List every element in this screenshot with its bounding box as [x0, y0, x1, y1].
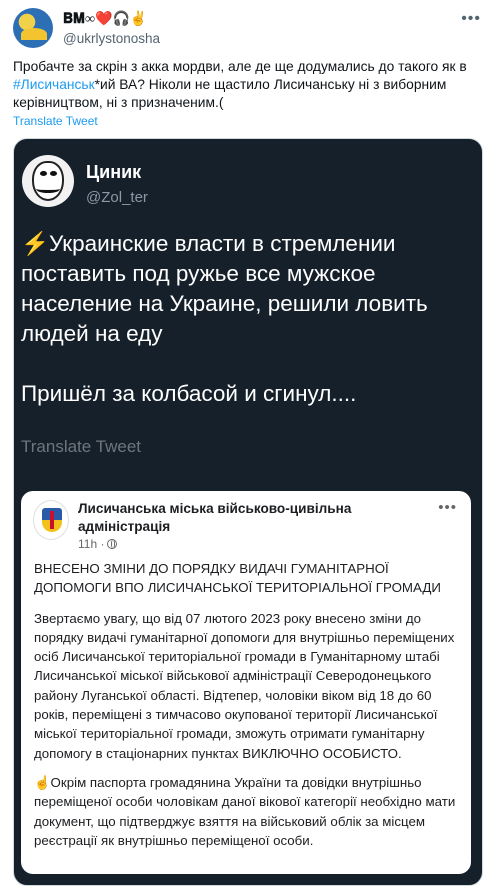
- grin-icon: [36, 185, 60, 193]
- quoted-user-avatar: [22, 155, 74, 207]
- tweet-text: Пробачте за скрін з акка мордви, але де …: [13, 58, 481, 112]
- tweet-text-part: Пробачте за скрін з акка мордви, але де …: [13, 59, 467, 74]
- fb-post-body: ВНЕСЕНО ЗМІНИ ДО ПОРЯДКУ ВИДАЧІ ГУМАНІТА…: [34, 559, 464, 860]
- quoted-user-handle: @Zol_ter: [86, 189, 148, 206]
- user-avatar[interactable]: [13, 8, 53, 48]
- quoted-user-name: Циник: [86, 162, 142, 182]
- translate-tweet-link[interactable]: Translate Tweet: [13, 114, 98, 128]
- hashtag-link[interactable]: #Лисичанськ: [13, 77, 95, 92]
- more-horizontal-icon[interactable]: •••: [461, 10, 481, 28]
- quoted-paragraph: Пришёл за колбасой и сгинул....: [21, 381, 357, 406]
- fb-paragraph: Звертаємо увагу, що від 07 лютого 2023 р…: [34, 610, 455, 761]
- flag-stripe: [50, 511, 54, 529]
- display-name[interactable]: 𝐁𝐌∞❤️🎧✌: [63, 11, 160, 28]
- user-info: 𝐁𝐌∞❤️🎧✌ @ukrlystonosha: [63, 11, 160, 46]
- coat-of-arms-icon: [33, 500, 69, 540]
- quoted-translate-label: Translate Tweet: [21, 437, 142, 456]
- quoted-tweet-text: ⚡Украинские власти в стремлении поставит…: [21, 229, 476, 439]
- fb-page-name: Лисичанська міська військово-цивільна ад…: [78, 501, 352, 534]
- quoted-paragraph: ⚡Украинские власти в стремлении поставит…: [21, 231, 428, 346]
- fb-more-icon: •••: [438, 499, 457, 516]
- attached-image[interactable]: Циник @Zol_ter ⚡Украинские власти в стре…: [13, 138, 483, 886]
- fb-paragraph: ☝Окрім паспорта громадянина України та д…: [34, 774, 456, 848]
- fb-time-label: 11h ·: [78, 537, 105, 551]
- facebook-post-card: Лисичанська міська військово-цивільна ад…: [21, 491, 471, 874]
- eye-icon: [50, 171, 57, 176]
- eye-icon: [40, 171, 47, 176]
- fb-heading: ВНЕСЕНО ЗМІНИ ДО ПОРЯДКУ ВИДАЧІ ГУМАНІТА…: [34, 561, 441, 596]
- globe-icon: [107, 539, 118, 549]
- user-handle[interactable]: @ukrlystonosha: [63, 31, 160, 46]
- fb-post-time: 11h ·: [78, 537, 118, 551]
- joker-face-icon: [32, 161, 64, 201]
